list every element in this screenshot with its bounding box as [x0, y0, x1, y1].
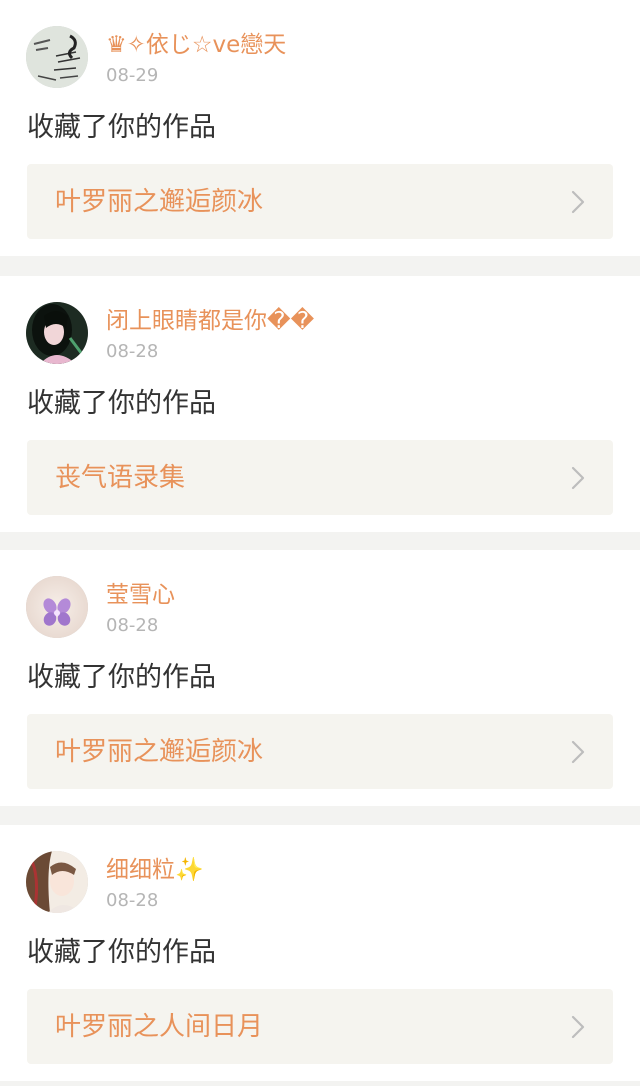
notification-list: ♛✧依じ☆ve戀天 08-29 收藏了你的作品 叶罗丽之邂逅颜冰 闭上眼睛都是你… [0, 0, 640, 1086]
avatar[interactable] [26, 576, 88, 638]
work-link[interactable]: 叶罗丽之邂逅颜冰 [27, 714, 613, 789]
timestamp: 08-28 [106, 890, 159, 911]
avatar[interactable] [26, 302, 88, 364]
username[interactable]: 莹雪心 [106, 580, 175, 610]
timestamp: 08-28 [106, 615, 159, 636]
work-title: 叶罗丽之人间日月 [55, 1012, 264, 1042]
avatar[interactable] [26, 26, 88, 88]
action-text: 收藏了你的作品 [27, 662, 216, 693]
timestamp: 08-28 [106, 341, 159, 362]
notification-card: 莹雪心 08-28 收藏了你的作品 叶罗丽之邂逅颜冰 [0, 550, 640, 806]
chevron-right-icon [571, 740, 585, 764]
work-title: 叶罗丽之邂逅颜冰 [55, 737, 264, 767]
username[interactable]: 闭上眼睛都是你�� [106, 306, 314, 336]
purple-flower-avatar-icon [26, 576, 88, 638]
action-text: 收藏了你的作品 [27, 112, 216, 143]
chevron-right-icon [571, 466, 585, 490]
work-title: 丧气语录集 [55, 463, 186, 493]
avatar[interactable] [26, 851, 88, 913]
work-title: 叶罗丽之邂逅颜冰 [55, 187, 264, 217]
calligraphy-avatar-icon [26, 26, 88, 88]
timestamp: 08-29 [106, 65, 159, 86]
work-link[interactable]: 叶罗丽之人间日月 [27, 989, 613, 1064]
notification-card: 细细粒✨ 08-28 收藏了你的作品 叶罗丽之人间日月 [0, 825, 640, 1081]
anime-character-avatar-icon [26, 851, 88, 913]
chevron-right-icon [571, 1015, 585, 1039]
work-link[interactable]: 丧气语录集 [27, 440, 613, 515]
notification-card: ♛✧依じ☆ve戀天 08-29 收藏了你的作品 叶罗丽之邂逅颜冰 [0, 0, 640, 256]
work-link[interactable]: 叶罗丽之邂逅颜冰 [27, 164, 613, 239]
username[interactable]: 细细粒✨ [106, 855, 204, 885]
chevron-right-icon [571, 190, 585, 214]
action-text: 收藏了你的作品 [27, 388, 216, 419]
anime-girl-avatar-icon [26, 302, 88, 364]
action-text: 收藏了你的作品 [27, 937, 216, 968]
notification-card: 闭上眼睛都是你�� 08-28 收藏了你的作品 丧气语录集 [0, 276, 640, 532]
username[interactable]: ♛✧依じ☆ve戀天 [106, 30, 286, 60]
